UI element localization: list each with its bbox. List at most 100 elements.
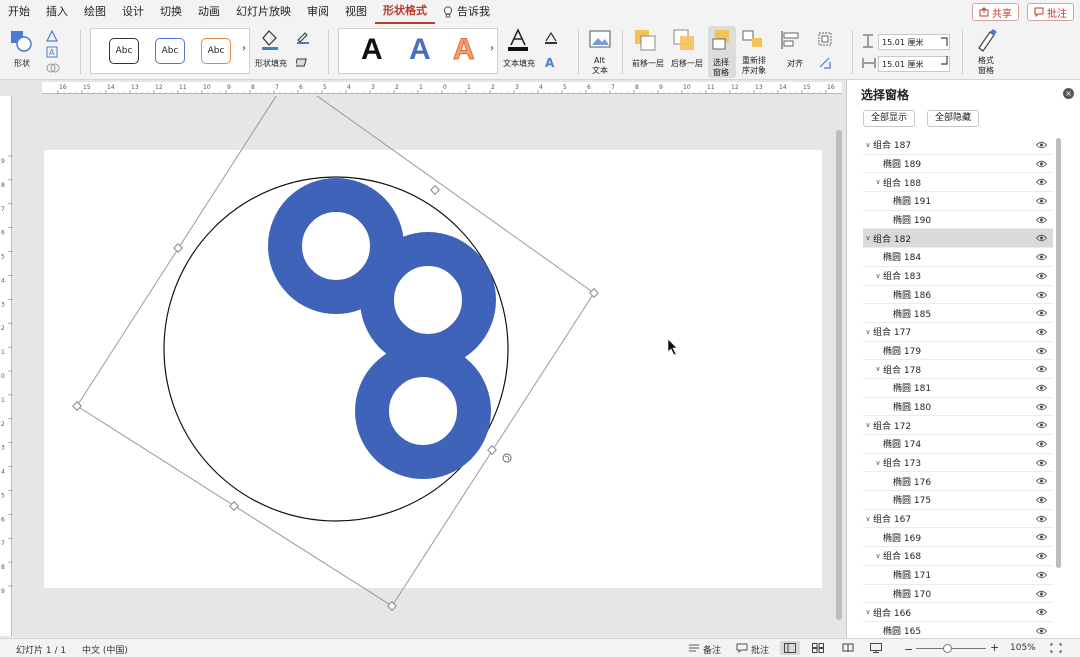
paint-bucket-icon[interactable]: [260, 28, 280, 50]
rotate-icon[interactable]: [818, 56, 832, 70]
eye-icon[interactable]: [1036, 608, 1047, 616]
eye-icon[interactable]: [1036, 216, 1047, 224]
edit-shape-icon[interactable]: [46, 30, 58, 42]
eye-icon[interactable]: [1036, 253, 1047, 261]
eye-icon[interactable]: [1036, 477, 1047, 485]
slide-sorter-icon[interactable]: [812, 643, 824, 653]
bring-forward-icon[interactable]: [634, 29, 656, 51]
eye-icon[interactable]: [1036, 440, 1047, 448]
style-sample-1[interactable]: Abc: [109, 38, 139, 64]
comments-button[interactable]: 批注: [1027, 3, 1074, 21]
zoom-in-icon[interactable]: +: [990, 641, 999, 654]
eye-icon[interactable]: [1036, 459, 1047, 467]
language-indicator[interactable]: 中文 (中国): [82, 643, 128, 656]
group-row[interactable]: ∨ 组合 183: [863, 267, 1053, 286]
normal-view-button[interactable]: [780, 641, 800, 655]
eye-icon[interactable]: [1036, 197, 1047, 205]
group-row[interactable]: ∨ 组合 173: [863, 454, 1053, 473]
eye-icon[interactable]: [1036, 141, 1047, 149]
shape-row[interactable]: 椭圆 185: [863, 304, 1053, 323]
wordart-sample-3[interactable]: A: [453, 33, 476, 67]
eye-icon[interactable]: [1036, 552, 1047, 560]
style-gallery-more-icon[interactable]: ›: [242, 44, 246, 54]
selection-handle[interactable]: [229, 501, 239, 511]
shape-row[interactable]: 椭圆 190: [863, 211, 1053, 230]
eye-icon[interactable]: [1036, 178, 1047, 186]
comments-status-button[interactable]: 批注: [751, 643, 769, 656]
selection-pane-button[interactable]: 选择 窗格: [708, 26, 736, 78]
tab-transitions[interactable]: 切换: [152, 0, 190, 24]
tab-shape-format[interactable]: 形状格式: [375, 0, 435, 24]
selection-handle[interactable]: [430, 185, 440, 195]
shape-outline-icon[interactable]: [296, 32, 310, 44]
chevron-down-icon[interactable]: ∨: [863, 515, 873, 523]
shapes-icon[interactable]: [10, 30, 32, 52]
eye-icon[interactable]: [1036, 234, 1047, 242]
chevron-down-icon[interactable]: ∨: [873, 552, 883, 560]
eye-icon[interactable]: [1036, 309, 1047, 317]
style-sample-2[interactable]: Abc: [155, 38, 185, 64]
reading-view-icon[interactable]: [842, 643, 854, 653]
shape-row[interactable]: 椭圆 186: [863, 286, 1053, 305]
shape-row[interactable]: 椭圆 170: [863, 585, 1053, 604]
send-backward-icon[interactable]: [673, 29, 695, 51]
eye-icon[interactable]: [1036, 421, 1047, 429]
blue-ring-3[interactable]: [355, 343, 491, 479]
group-row[interactable]: ∨ 组合 167: [863, 510, 1053, 529]
wordart-more-icon[interactable]: ›: [490, 44, 494, 54]
share-button[interactable]: 共享: [972, 3, 1019, 21]
format-pane-icon[interactable]: [976, 28, 998, 52]
group-row[interactable]: ∨ 组合 178: [863, 360, 1053, 379]
group-row[interactable]: ∨ 组合 187: [863, 136, 1053, 155]
group-objects-icon[interactable]: [818, 32, 832, 46]
tab-draw[interactable]: 绘图: [76, 0, 114, 24]
chevron-down-icon[interactable]: ∨: [863, 234, 873, 242]
wordart-sample-1[interactable]: A: [361, 33, 383, 67]
lock-aspect-icon[interactable]: [940, 36, 950, 66]
eye-icon[interactable]: [1036, 384, 1047, 392]
group-row[interactable]: ∨ 组合 168: [863, 547, 1053, 566]
group-row[interactable]: ∨ 组合 182: [863, 229, 1053, 249]
shape-row[interactable]: 椭圆 169: [863, 528, 1053, 548]
rotate-handle-icon[interactable]: [502, 453, 512, 463]
tab-slideshow[interactable]: 幻灯片放映: [228, 0, 299, 24]
eye-icon[interactable]: [1036, 365, 1047, 373]
chevron-down-icon[interactable]: ∨: [873, 365, 883, 373]
group-row[interactable]: ∨ 组合 172: [863, 416, 1053, 435]
zoom-out-icon[interactable]: −: [904, 643, 913, 656]
shape-row[interactable]: 椭圆 174: [863, 435, 1053, 454]
close-icon[interactable]: ×: [1063, 88, 1074, 99]
zoom-slider-thumb[interactable]: [943, 644, 952, 653]
shape-row[interactable]: 椭圆 171: [863, 566, 1053, 585]
shape-effects-icon[interactable]: [296, 56, 310, 68]
tab-animations[interactable]: 动画: [190, 0, 228, 24]
eye-icon[interactable]: [1036, 347, 1047, 355]
eye-icon[interactable]: [1036, 291, 1047, 299]
chevron-down-icon[interactable]: ∨: [873, 178, 883, 186]
eye-icon[interactable]: [1036, 627, 1047, 635]
tab-view[interactable]: 视图: [337, 0, 375, 24]
selection-handle[interactable]: [387, 601, 397, 611]
chevron-down-icon[interactable]: ∨: [863, 608, 873, 616]
shape-row[interactable]: 椭圆 175: [863, 491, 1053, 510]
eye-icon[interactable]: [1036, 160, 1047, 168]
eye-icon[interactable]: [1036, 403, 1047, 411]
shape-row[interactable]: 椭圆 189: [863, 155, 1053, 174]
chevron-down-icon[interactable]: ∨: [873, 272, 883, 280]
blue-ring-2[interactable]: [360, 232, 496, 368]
wordart-sample-2[interactable]: A: [409, 33, 431, 67]
fit-slide-icon[interactable]: [1050, 643, 1062, 653]
selection-handle[interactable]: [589, 288, 599, 298]
eye-icon[interactable]: [1036, 571, 1047, 579]
tab-insert[interactable]: 插入: [38, 0, 76, 24]
chevron-down-icon[interactable]: ∨: [863, 141, 873, 149]
canvas-scrollbar[interactable]: [836, 130, 842, 620]
chevron-down-icon[interactable]: ∨: [863, 328, 873, 336]
shape-row[interactable]: 椭圆 179: [863, 342, 1053, 361]
notes-button[interactable]: 备注: [703, 643, 721, 656]
text-fill-icon[interactable]: [506, 28, 530, 52]
text-box-icon[interactable]: A: [46, 46, 58, 58]
text-outline-icon[interactable]: [544, 32, 558, 44]
group-row[interactable]: ∨ 组合 166: [863, 603, 1053, 622]
eye-icon[interactable]: [1036, 515, 1047, 523]
